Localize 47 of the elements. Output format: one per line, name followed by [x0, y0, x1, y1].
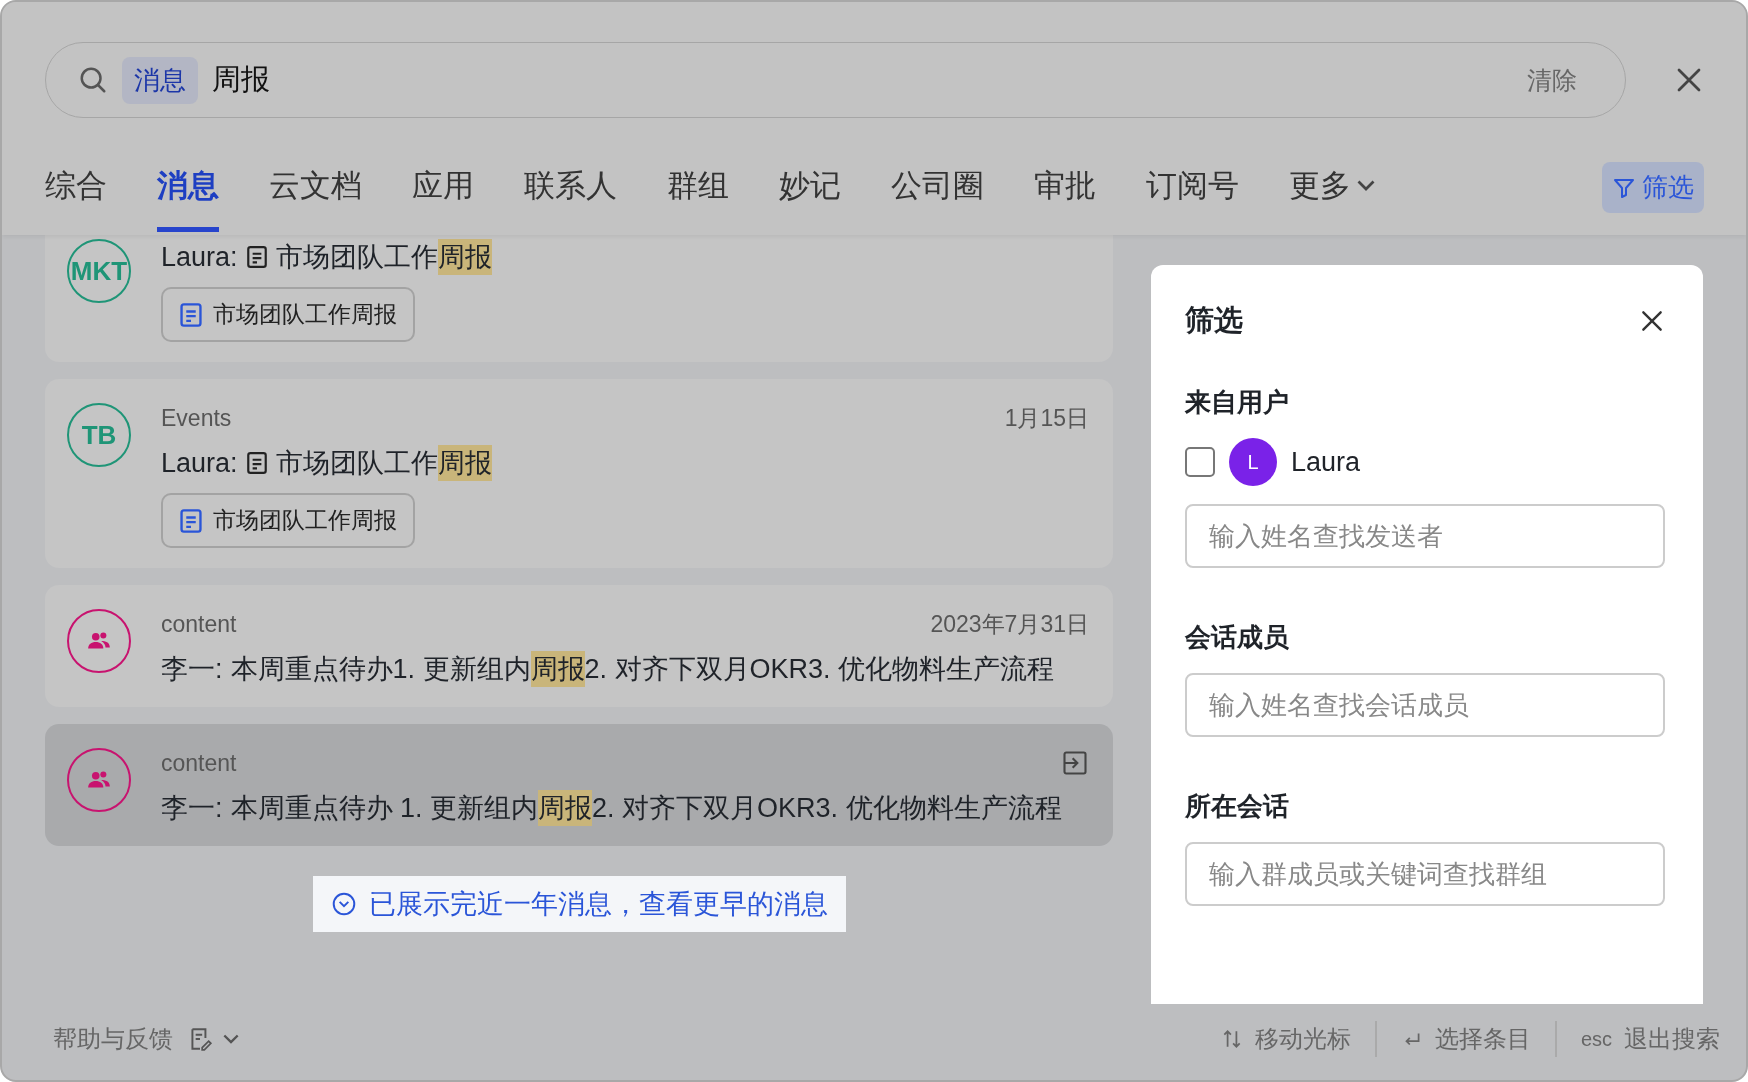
user-avatar: L — [1229, 438, 1277, 486]
avatar: MKT — [67, 239, 131, 303]
message-text: 市场团队工作周报 — [275, 239, 492, 275]
section-title: 所在会话 — [1185, 790, 1290, 823]
shortcut-hint: 移动光标 — [1254, 1024, 1351, 1054]
shortcut-hint: 退出搜索 — [1624, 1024, 1720, 1054]
message-card[interactable]: content 李一: 本周重点待办 1. 更新组内周报2. 对齐下双月OKR3. 优化物料生产流程 — [45, 724, 1113, 846]
message-text: 本周重点待办1. 更新组内周报2. 对齐下双月OKR3. 优化物料生产流程 — [230, 651, 1055, 687]
message-date: 2023年7月31日 — [930, 609, 1089, 639]
message-author: Laura: — [161, 241, 238, 273]
search-query: 周报 — [212, 62, 270, 97]
message-author: Laura: — [161, 447, 238, 479]
section-title: 来自用户 — [1185, 386, 1290, 419]
input-field[interactable]: 输入群成员或关键词查找群组 — [1185, 842, 1665, 906]
tab[interactable]: 群组 — [667, 165, 729, 232]
section-title: 会话成员 — [1185, 621, 1290, 654]
message-author: 李一: — [161, 792, 223, 825]
chat-name: content — [161, 749, 237, 777]
scope-tag: 消息 — [122, 56, 198, 104]
document-attachment[interactable]: 市场团队工作周报 — [161, 287, 415, 342]
tab[interactable]: 综合 — [45, 165, 107, 232]
input-field[interactable]: 输入姓名查找会话成员 — [1185, 673, 1665, 737]
message-card[interactable]: content 2023年7月31日 李一: 本周重点待办1. 更新组内周报2. 对齐下双月OKR3. 优化物料生产流程 — [45, 585, 1113, 707]
load-earlier-link[interactable]: 已展示完近一年消息，查看更早的消息 — [312, 876, 846, 932]
tab[interactable]: 应用 — [412, 165, 474, 232]
chat-name: content — [161, 610, 237, 638]
message-text: 本周重点待办 1. 更新组内周报2. 对齐下双月OKR3. 优化物料生产流程 — [230, 790, 1062, 826]
tab[interactable]: 更多 — [1289, 165, 1375, 232]
message-author: 李一: — [161, 653, 223, 686]
tab[interactable]: 审批 — [1034, 165, 1096, 232]
tab[interactable]: 公司圈 — [891, 165, 984, 232]
message-card[interactable]: TB Events 1月15日 Laura: 市场团队工作周报 市场团队工作周报 — [45, 379, 1113, 568]
shortcut-hint: 选择条目 — [1434, 1024, 1531, 1054]
message-date: 1月15日 — [1004, 403, 1089, 433]
user-name: Laura — [1291, 446, 1361, 478]
chat-name: Events — [161, 404, 232, 432]
tab[interactable]: 云文档 — [269, 165, 362, 232]
document-attachment[interactable]: 市场团队工作周报 — [161, 493, 415, 548]
tab[interactable]: 妙记 — [779, 165, 841, 232]
message-card[interactable]: MKT Laura: 市场团队工作周报 市场团队工作周报 — [45, 235, 1113, 362]
message-text: 市场团队工作周报 — [275, 445, 492, 481]
tab[interactable]: 联系人 — [524, 165, 617, 232]
input-field[interactable]: 输入姓名查找发送者 — [1185, 504, 1665, 568]
tab[interactable]: 订阅号 — [1146, 165, 1239, 232]
panel-title: 筛选 — [1185, 303, 1243, 338]
key-label: esc — [1580, 1027, 1612, 1051]
avatar: TB — [67, 403, 131, 467]
